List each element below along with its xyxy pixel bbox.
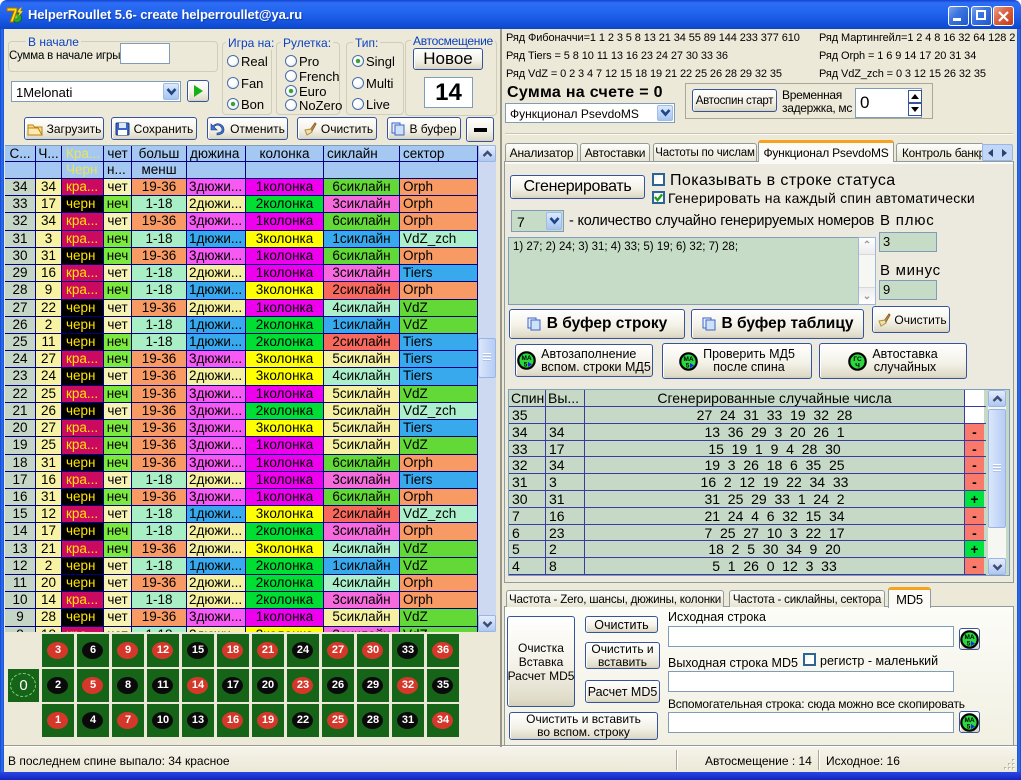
svg-text:5: 5 bbox=[967, 640, 971, 647]
svg-text:5: 5 bbox=[686, 362, 690, 369]
svg-text:Ч: Ч bbox=[856, 362, 861, 369]
svg-text:5: 5 bbox=[967, 723, 971, 730]
svg-text:5: 5 bbox=[524, 362, 528, 369]
